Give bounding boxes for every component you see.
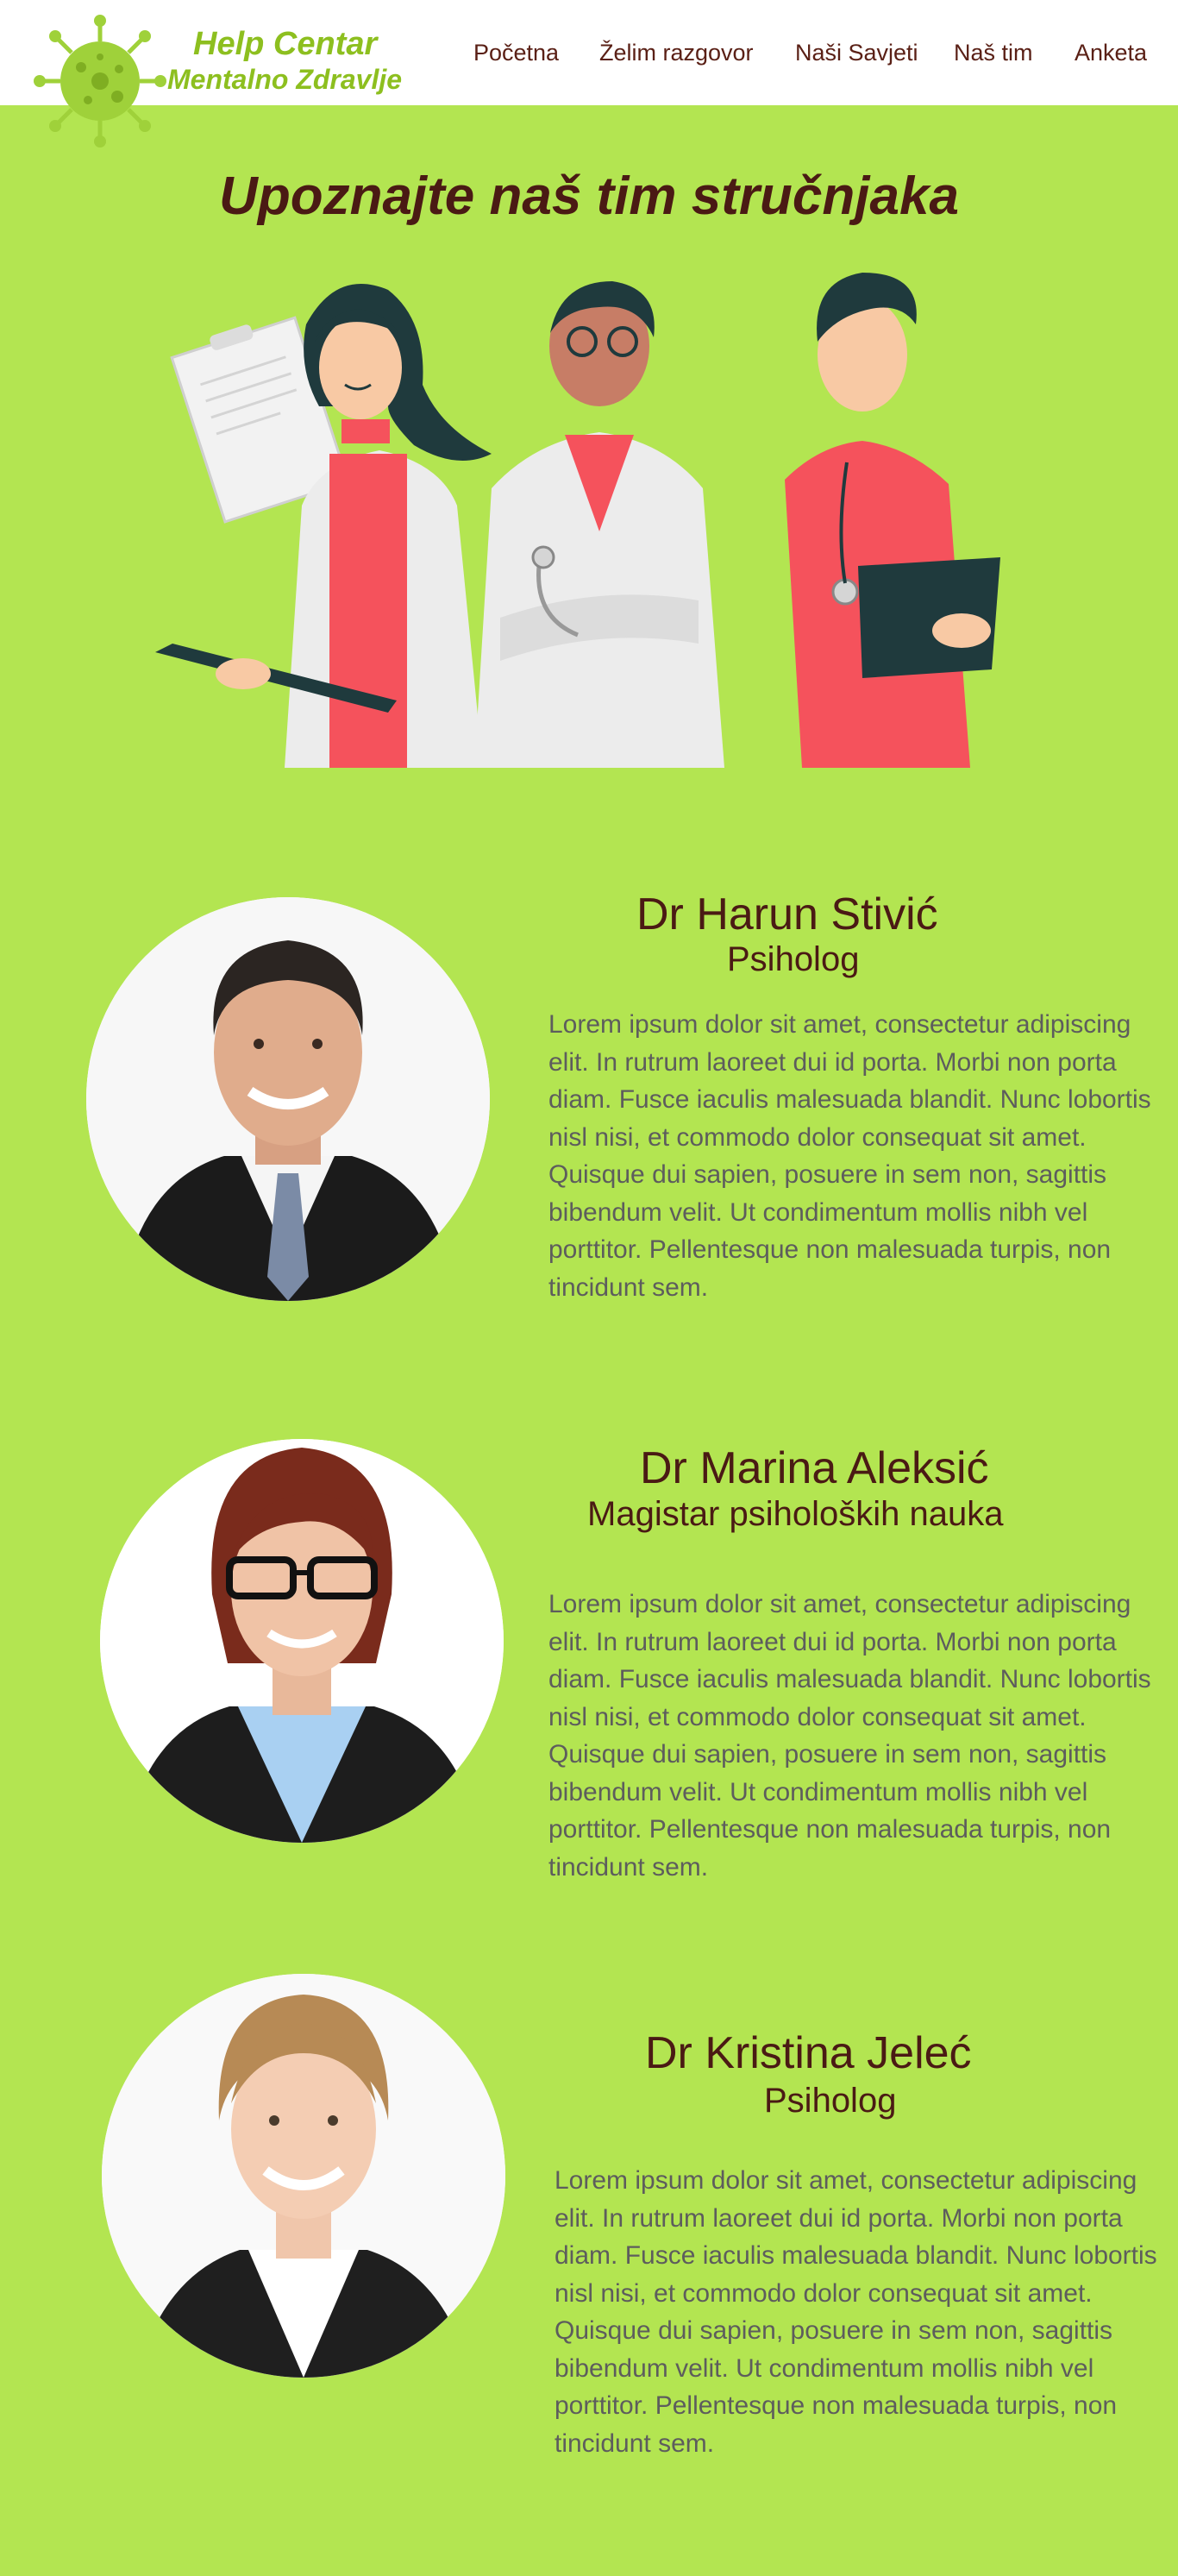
member-bio: Lorem ipsum dolor sit amet, consectetur … <box>555 2166 1157 2458</box>
nav-nasi-savjeti[interactable]: Naši Savjeti <box>795 40 918 66</box>
brand-subtitle: Mentalno Zdravlje <box>167 64 403 95</box>
medical-team-illustration <box>155 273 1000 768</box>
brand-title: Help Centar <box>193 26 378 62</box>
member-title: Psiholog <box>727 940 860 978</box>
member-name: Dr Harun Stivić <box>636 889 938 939</box>
site-header: Help Centar Mentalno Zdravlje Početna Že… <box>0 0 1178 148</box>
nav-pocetna[interactable]: Početna <box>473 40 559 66</box>
woman-glasses-photo-icon <box>100 1439 504 1843</box>
page-title: Upoznajte naš tim stručnjaka <box>219 166 959 226</box>
member-bio: Lorem ipsum dolor sit amet, consectetur … <box>548 1010 1151 1302</box>
nav-zelim-razgovor[interactable]: Želim razgovor <box>599 40 754 66</box>
woman-photo-icon <box>102 1974 505 2378</box>
member-name: Dr Marina Aleksić <box>640 1443 989 1493</box>
member-title: Magistar psiholoških nauka <box>587 1495 1004 1533</box>
nav-anketa[interactable]: Anketa <box>1075 40 1147 66</box>
nav-nas-tim[interactable]: Naš tim <box>954 40 1033 66</box>
portrait-harun-stivic <box>86 897 490 1301</box>
member-name: Dr Kristina Jelеć <box>645 2028 972 2078</box>
portrait-marina-aleksic <box>100 1439 504 1843</box>
member-title: Psiholog <box>764 2082 897 2120</box>
man-photo-icon <box>86 897 490 1301</box>
virus-icon[interactable] <box>31 12 169 150</box>
portrait-kristina-jelec <box>102 1974 505 2378</box>
member-bio: Lorem ipsum dolor sit amet, consectetur … <box>548 1590 1151 1882</box>
